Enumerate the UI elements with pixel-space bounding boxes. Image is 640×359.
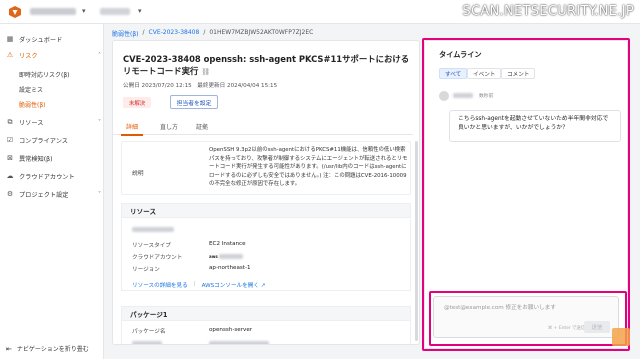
sidebar-subitem-vulnerability[interactable]: 脆弱性(β) [19, 98, 46, 110]
breadcrumb-cve[interactable]: CVE-2023-38408 [149, 29, 200, 38]
package-section-title: パッケージ1 [121, 306, 411, 321]
risk-icon: ⚠ [6, 51, 14, 59]
resource-panel: リソースタイプ EC2 Instance クラウドアカウント aws リージョン… [121, 219, 411, 291]
chevron-up-icon: ˄ [98, 51, 101, 59]
description-label: 説明 [132, 171, 144, 177]
resource-links: リソースの詳細を見る | AWSコンソールを開く ↗ [132, 281, 265, 289]
filter-comments[interactable]: コメント [501, 68, 536, 79]
set-assignee-button[interactable]: 担当者を設定 [170, 95, 218, 109]
project-selector[interactable] [100, 8, 130, 15]
filter-all[interactable]: すべて [439, 68, 468, 79]
sidebar-item-label: プロジェクト設定 [19, 191, 69, 199]
package-name-label: パッケージ名 [132, 329, 166, 335]
description-panel: 説明 OpenSSH 9.3p2以前のssh-agentにおけるPKCS#11機… [121, 141, 411, 195]
comment-input[interactable]: @test@example.com 修正をお願いします ⌘ + Enter で送… [433, 296, 619, 338]
tab-details[interactable]: 詳細 [126, 122, 138, 131]
issue-dates: 公開日 2023/07/20 12:15 最終更新日 2024/04/04 15… [123, 83, 278, 89]
main-scrollbar[interactable] [415, 141, 418, 341]
anomaly-icon: ⊠ [7, 154, 13, 162]
top-bar: ▾ ▾ SCAN.NETSECURITY.NE.JP [0, 0, 640, 24]
filter-events[interactable]: イベント [467, 68, 502, 79]
chevron-down-icon: ˅ [98, 118, 101, 126]
timeline-panel: タイムライン すべて イベント コメント 数秒前 こちらssh-agentを起動… [424, 40, 628, 349]
sidebar-item-anomaly[interactable]: ⊠ 異常検知(β) [6, 151, 53, 165]
cloud-account-value [219, 254, 243, 259]
watermark: SCAN.NETSECURITY.NE.JP [462, 4, 634, 19]
chevron-down-icon[interactable]: ▾ [82, 7, 86, 15]
organization-selector[interactable] [30, 8, 76, 15]
breadcrumb-current-id: 01HEW7MZBJW52AKT0WFP7ZJ2EC [209, 29, 314, 36]
resource-type-value: EC2 Instance [209, 241, 246, 247]
breadcrumb: 脆弱性(β) / CVE-2023-38408 / 01HEW7MZBJW52A… [112, 29, 313, 38]
sidebar-item-dashboard[interactable]: ▦ ダッシュボード [6, 32, 63, 46]
sidebar-subitem-misconfiguration[interactable]: 設定ミス [19, 83, 43, 95]
page-title: CVE-2023-38408 openssh: ssh-agent PKCS#1… [123, 53, 413, 78]
breadcrumb-vulnerability[interactable]: 脆弱性(β) [112, 29, 139, 38]
chevron-down-icon: ˅ [98, 190, 101, 198]
chevron-down-icon[interactable]: ▾ [138, 7, 142, 15]
comment-placeholder: @test@example.com 修正をお願いします [444, 305, 556, 311]
collapse-icon: ⇤ [6, 344, 12, 353]
status-badge[interactable]: 未解決 [123, 97, 152, 108]
description-text: OpenSSH 9.3p2以前のssh-agentにおけるPKCS#11機能は、… [209, 147, 408, 188]
package-version-value [209, 341, 269, 344]
region-label: リージョン [132, 267, 160, 273]
region-value: ap-northeast-1 [209, 265, 251, 271]
package-name-value: openssh-server [209, 327, 253, 333]
timeline-title: タイムライン [439, 50, 482, 59]
resource-name [132, 227, 174, 232]
resource-type-label: リソースタイプ [132, 243, 171, 249]
sidebar-item-risk[interactable]: ⚠ リスク ˄ [6, 48, 101, 62]
decorative-corner-mark [612, 328, 630, 346]
sidebar-item-label: クラウドアカウント [19, 173, 75, 181]
sidebar-item-label: リスク [19, 52, 38, 60]
send-shortcut-hint: ⌘ + Enter で送信 [548, 326, 586, 331]
breadcrumb-separator: / [203, 29, 206, 36]
commenter-name [453, 93, 473, 98]
sidebar-item-compliance[interactable]: ☑ コンプライアンス [6, 133, 68, 147]
dashboard-icon: ▦ [6, 35, 14, 43]
sidebar-item-project-settings[interactable]: ⚙ プロジェクト設定 ˅ [6, 187, 101, 201]
gear-icon: ⚙ [6, 190, 14, 198]
sidebar-item-label: 異常検知(β) [19, 155, 53, 163]
sidebar-item-cloud-account[interactable]: ☁ クラウドアカウント [6, 169, 75, 183]
open-aws-console-link[interactable]: AWSコンソールを開く ↗ [202, 281, 266, 289]
comment-timestamp: 数秒前 [479, 94, 494, 99]
comment-bubble: こちらssh-agentを起動させていないため半年間非対応で良いかと思いますが、… [449, 110, 621, 142]
issue-detail-card: CVE-2023-38408 openssh: ssh-agent PKCS#1… [112, 40, 420, 345]
sidebar-item-resource[interactable]: ⧉ リソース ˅ [6, 115, 102, 129]
tab-evidence[interactable]: 証拠 [196, 122, 208, 131]
active-tab-indicator [121, 134, 143, 136]
sidebar-subitem-immediate-risk[interactable]: 即時対応リスク(β) [19, 68, 70, 80]
sidebar: ▦ ダッシュボード ⚠ リスク ˄ 即時対応リスク(β) 設定ミス 脆弱性(β)… [0, 24, 104, 359]
resource-icon: ⧉ [7, 117, 13, 126]
send-button[interactable]: 送信 [584, 321, 610, 333]
link-separator: | [193, 281, 196, 287]
sidebar-item-label: リソース [19, 119, 44, 127]
tab-remediation[interactable]: 直し方 [160, 122, 178, 131]
compliance-icon: ☑ [6, 136, 14, 144]
breadcrumb-separator: / [142, 29, 145, 36]
avatar [439, 91, 449, 101]
view-resource-details-link[interactable]: リソースの詳細を見る [132, 281, 188, 289]
package-panel: パッケージ名 openssh-server [121, 321, 411, 344]
issue-tabs: 詳細 直し方 証拠 [113, 119, 413, 136]
package-version-label [132, 341, 162, 344]
collapse-label: ナビゲーションを折り畳む [16, 346, 89, 353]
cloud-account-label: クラウドアカウント [132, 255, 183, 261]
collapse-navigation-button[interactable]: ⇤ ナビゲーションを折り畳む [6, 344, 89, 354]
aws-icon: aws [209, 254, 218, 259]
app-logo-icon[interactable] [8, 5, 22, 19]
link-icon[interactable]: ⛓ [201, 68, 210, 76]
cloud-icon: ☁ [6, 172, 14, 180]
sidebar-item-label: ダッシュボード [19, 36, 63, 44]
sidebar-item-label: コンプライアンス [19, 137, 68, 145]
resource-section-title: リソース [121, 203, 411, 218]
issue-title-text: CVE-2023-38408 openssh: ssh-agent PKCS#1… [123, 54, 410, 76]
